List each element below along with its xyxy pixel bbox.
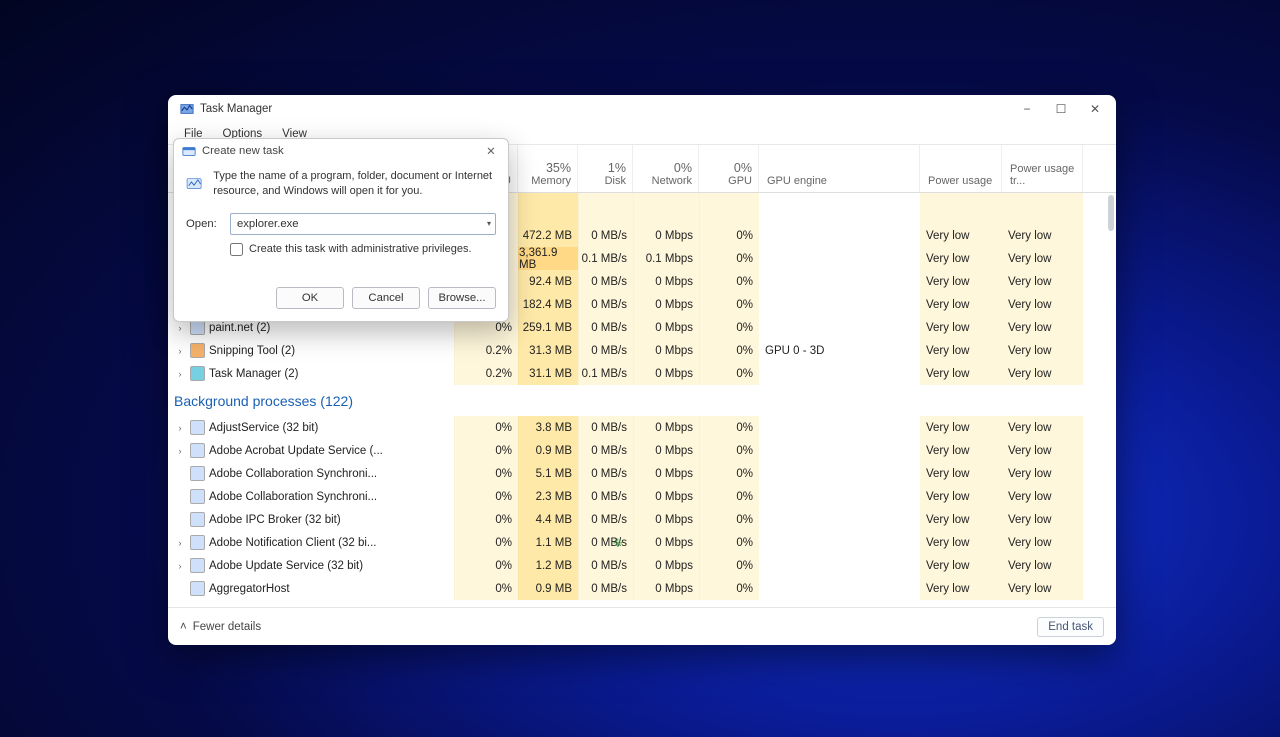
dialog-intro: Type the name of a program, folder, docu… xyxy=(213,169,496,199)
col-disk[interactable]: 1%Disk xyxy=(578,145,633,192)
scrollbar-thumb[interactable] xyxy=(1108,195,1114,231)
chevron-down-icon[interactable]: ▾ xyxy=(487,219,491,228)
expand-icon[interactable]: › xyxy=(174,561,186,571)
table-row[interactable]: ›Snipping Tool (2)0.2%31.3 MB0 MB/s0 Mbp… xyxy=(168,339,1116,362)
fewer-details-button[interactable]: ˄ Fewer details xyxy=(180,621,261,633)
table-row[interactable]: Adobe Collaboration Synchroni...0%5.1 MB… xyxy=(168,462,1116,485)
end-task-button[interactable]: End task xyxy=(1037,617,1104,637)
background-processes-header[interactable]: Background processes (122) xyxy=(168,385,1116,416)
table-row[interactable]: Adobe Collaboration Synchroni...0%2.3 MB… xyxy=(168,485,1116,508)
app-icon xyxy=(190,366,205,381)
col-power-trend[interactable]: Power usage tr... xyxy=(1002,145,1083,192)
titlebar[interactable]: Task Manager − ☐ ✕ xyxy=(168,95,1116,123)
table-row[interactable]: ›AdjustService (32 bit)0%3.8 MB0 MB/s0 M… xyxy=(168,416,1116,439)
process-name: Snipping Tool (2) xyxy=(209,345,295,357)
admin-label: Create this task with administrative pri… xyxy=(249,243,472,255)
cancel-button[interactable]: Cancel xyxy=(352,287,420,309)
open-input[interactable]: explorer.exe ▾ xyxy=(230,213,496,235)
expand-icon[interactable]: › xyxy=(174,446,186,456)
app-icon xyxy=(190,535,205,550)
app-icon xyxy=(190,320,205,335)
expand-icon[interactable]: › xyxy=(174,423,186,433)
process-name: AggregatorHost xyxy=(209,583,290,595)
table-row[interactable]: ›Adobe Update Service (32 bit)0%1.2 MB0 … xyxy=(168,554,1116,577)
process-name: Adobe Notification Client (32 bi... xyxy=(209,537,376,549)
expand-icon[interactable]: › xyxy=(174,323,186,333)
process-name: paint.net (2) xyxy=(209,322,270,334)
app-icon xyxy=(190,512,205,527)
taskmgr-icon xyxy=(180,102,194,116)
table-row[interactable]: ›Adobe Notification Client (32 bi...❊0%1… xyxy=(168,531,1116,554)
col-network[interactable]: 0%Network xyxy=(633,145,699,192)
minimize-button[interactable]: − xyxy=(1010,98,1044,120)
expand-icon[interactable]: › xyxy=(174,369,186,379)
table-row[interactable]: ›Task Manager (2)0.2%31.1 MB0.1 MB/s0 Mb… xyxy=(168,362,1116,385)
process-name: Adobe Update Service (32 bit) xyxy=(209,560,363,572)
table-row[interactable]: ›Adobe Acrobat Update Service (...0%0.9 … xyxy=(168,439,1116,462)
process-name: Adobe Acrobat Update Service (... xyxy=(209,445,383,457)
table-row[interactable]: AggregatorHost0%0.9 MB0 MB/s0 Mbps0%Very… xyxy=(168,577,1116,600)
col-power[interactable]: Power usage xyxy=(920,145,1002,192)
ok-button[interactable]: OK xyxy=(276,287,344,309)
app-icon xyxy=(190,466,205,481)
leaf-icon: ❊ xyxy=(613,536,623,550)
process-name: Adobe IPC Broker (32 bit) xyxy=(209,514,341,526)
window-title: Task Manager xyxy=(200,103,1010,115)
app-icon xyxy=(190,558,205,573)
create-new-task-dialog: Create new task ✕ Type the name of a pro… xyxy=(173,138,509,322)
chevron-up-icon: ˄ xyxy=(180,621,187,633)
maximize-button[interactable]: ☐ xyxy=(1044,98,1078,120)
app-icon xyxy=(190,343,205,358)
app-icon xyxy=(190,489,205,504)
open-value: explorer.exe xyxy=(237,218,299,230)
open-label: Open: xyxy=(186,218,220,230)
col-gpu[interactable]: 0%GPU xyxy=(699,145,759,192)
app-icon xyxy=(190,443,205,458)
process-name: Adobe Collaboration Synchroni... xyxy=(209,491,377,503)
run-dialog-icon xyxy=(182,144,196,158)
table-row[interactable]: Adobe IPC Broker (32 bit)0%4.4 MB0 MB/s0… xyxy=(168,508,1116,531)
process-name: AdjustService (32 bit) xyxy=(209,422,318,434)
footer: ˄ Fewer details End task xyxy=(168,607,1116,645)
app-icon xyxy=(190,420,205,435)
dialog-title: Create new task xyxy=(202,145,480,157)
app-icon xyxy=(190,581,205,596)
col-gpu-engine[interactable]: GPU engine xyxy=(759,145,920,192)
dialog-titlebar[interactable]: Create new task ✕ xyxy=(174,139,508,163)
close-button[interactable]: ✕ xyxy=(1078,98,1112,120)
browse-button[interactable]: Browse... xyxy=(428,287,496,309)
col-memory[interactable]: 35%Memory xyxy=(518,145,578,192)
expand-icon[interactable]: › xyxy=(174,346,186,356)
process-name: Adobe Collaboration Synchroni... xyxy=(209,468,377,480)
admin-checkbox[interactable] xyxy=(230,243,243,256)
run-icon xyxy=(186,169,203,197)
process-name: Task Manager (2) xyxy=(209,368,298,380)
dialog-close-button[interactable]: ✕ xyxy=(480,144,502,158)
expand-icon[interactable]: › xyxy=(174,538,186,548)
